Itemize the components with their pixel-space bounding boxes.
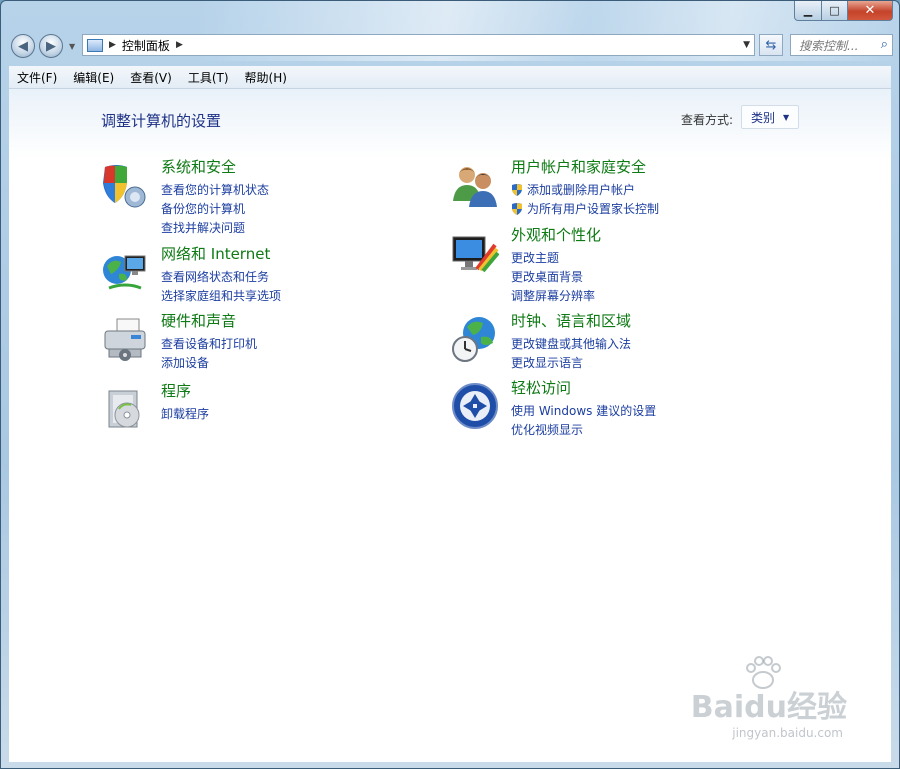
category-title-network-internet[interactable]: 网络和 Internet [161, 243, 270, 264]
address-dropdown-icon[interactable]: ▼ [743, 40, 750, 50]
link-parental-controls-label: 为所有用户设置家长控制 [527, 202, 660, 216]
link-change-theme[interactable]: 更改主题 [511, 249, 559, 266]
link-optimize-video[interactable]: 优化视频显示 [511, 421, 583, 438]
chevron-down-icon: ▼ [783, 112, 790, 122]
chevron-right-icon[interactable]: ▶ [176, 40, 183, 50]
link-view-computer-status[interactable]: 查看您的计算机状态 [161, 181, 269, 198]
chevron-right-icon[interactable]: ▶ [109, 40, 116, 50]
category-title-clock-language[interactable]: 时钟、语言和区域 [511, 310, 631, 331]
forward-arrow-icon: ▶ [46, 38, 56, 54]
display-palette-icon[interactable] [451, 229, 499, 277]
close-button[interactable]: ✕ [848, 1, 893, 21]
category-title-programs[interactable]: 程序 [161, 380, 191, 401]
menu-tools[interactable]: 工具(T) [180, 69, 237, 86]
link-add-remove-accounts-label: 添加或删除用户帐户 [527, 183, 636, 197]
link-add-remove-accounts[interactable]: 添加或删除用户帐户 [511, 181, 635, 198]
search-placeholder: 搜索控制... [799, 38, 859, 53]
search-icon[interactable]: ⌕ [881, 37, 888, 52]
ease-of-access-icon[interactable] [451, 382, 499, 430]
category-title-hardware-sound[interactable]: 硬件和声音 [161, 310, 236, 331]
forward-button[interactable]: ▶ [39, 34, 63, 58]
view-by-value: 类别 [751, 110, 776, 125]
link-uninstall-program[interactable]: 卸载程序 [161, 405, 209, 422]
printer-icon[interactable] [101, 315, 149, 363]
category-title-user-accounts[interactable]: 用户帐户和家庭安全 [511, 156, 646, 177]
view-by-label: 查看方式: [680, 113, 733, 127]
caption-buttons: ▁ □ ✕ [794, 1, 893, 21]
menu-view[interactable]: 查看(V) [122, 69, 180, 86]
watermark-url: jingyan.baidu.com [732, 726, 843, 740]
menu-help[interactable]: 帮助(H) [237, 69, 295, 86]
link-change-keyboard[interactable]: 更改键盘或其他输入法 [511, 335, 631, 352]
recent-pages-dropdown[interactable]: ▼ [69, 42, 75, 51]
control-panel-window: ▁ □ ✕ ◀ ▶ ▼ ▶ 控制面板 ▶ ▼ ⇆ 搜索控制... ⌕ 文件(F)… [0, 0, 900, 769]
search-input[interactable]: 搜索控制... ⌕ [790, 34, 893, 56]
link-troubleshoot[interactable]: 查找并解决问题 [161, 219, 245, 236]
uac-shield-icon [512, 184, 522, 196]
breadcrumb-control-panel[interactable]: 控制面板 [122, 37, 170, 54]
link-devices-printers[interactable]: 查看设备和打印机 [161, 335, 257, 352]
page-title: 调整计算机的设置 [101, 112, 222, 130]
watermark-text: Baidu经验 [690, 690, 847, 725]
users-icon[interactable] [451, 161, 499, 209]
programs-box-icon[interactable] [101, 385, 149, 433]
link-backup-computer[interactable]: 备份您的计算机 [161, 200, 245, 217]
refresh-button[interactable]: ⇆ [759, 34, 783, 56]
menu-bar: 文件(F) 编辑(E) 查看(V) 工具(T) 帮助(H) [9, 66, 891, 89]
address-bar[interactable]: ▶ 控制面板 ▶ ▼ [82, 34, 755, 56]
navigation-bar: ◀ ▶ ▼ ▶ 控制面板 ▶ ▼ ⇆ 搜索控制... ⌕ [9, 33, 893, 59]
link-screen-resolution[interactable]: 调整屏幕分辨率 [511, 287, 595, 304]
back-button[interactable]: ◀ [11, 34, 35, 58]
link-network-status[interactable]: 查看网络状态和任务 [161, 268, 269, 285]
maximize-button[interactable]: □ [822, 1, 848, 21]
link-homegroup-sharing[interactable]: 选择家庭组和共享选项 [161, 287, 281, 304]
menu-edit[interactable]: 编辑(E) [65, 69, 122, 86]
link-windows-recommended-settings[interactable]: 使用 Windows 建议的设置 [511, 402, 656, 419]
category-title-system-security[interactable]: 系统和安全 [161, 156, 236, 177]
network-globe-icon[interactable] [101, 248, 149, 296]
category-title-appearance[interactable]: 外观和个性化 [511, 224, 601, 245]
link-add-device[interactable]: 添加设备 [161, 354, 209, 371]
link-change-display-language[interactable]: 更改显示语言 [511, 354, 583, 371]
category-title-ease-of-access[interactable]: 轻松访问 [511, 377, 571, 398]
main-content: 调整计算机的设置 查看方式: 类别 ▼ 系统和安全 查看您的计算机状态 备份您的… [9, 89, 891, 762]
back-arrow-icon: ◀ [18, 38, 28, 54]
refresh-icon: ⇆ [765, 37, 777, 53]
uac-shield-icon [512, 203, 522, 215]
control-panel-icon [87, 38, 103, 52]
link-change-background[interactable]: 更改桌面背景 [511, 268, 583, 285]
shield-pc-icon[interactable] [101, 161, 149, 209]
clock-globe-icon[interactable] [451, 315, 499, 363]
minimize-button[interactable]: ▁ [794, 1, 822, 21]
menu-file[interactable]: 文件(F) [9, 69, 65, 86]
view-by-dropdown[interactable]: 类别 ▼ [741, 105, 799, 129]
link-parental-controls[interactable]: 为所有用户设置家长控制 [511, 200, 659, 217]
